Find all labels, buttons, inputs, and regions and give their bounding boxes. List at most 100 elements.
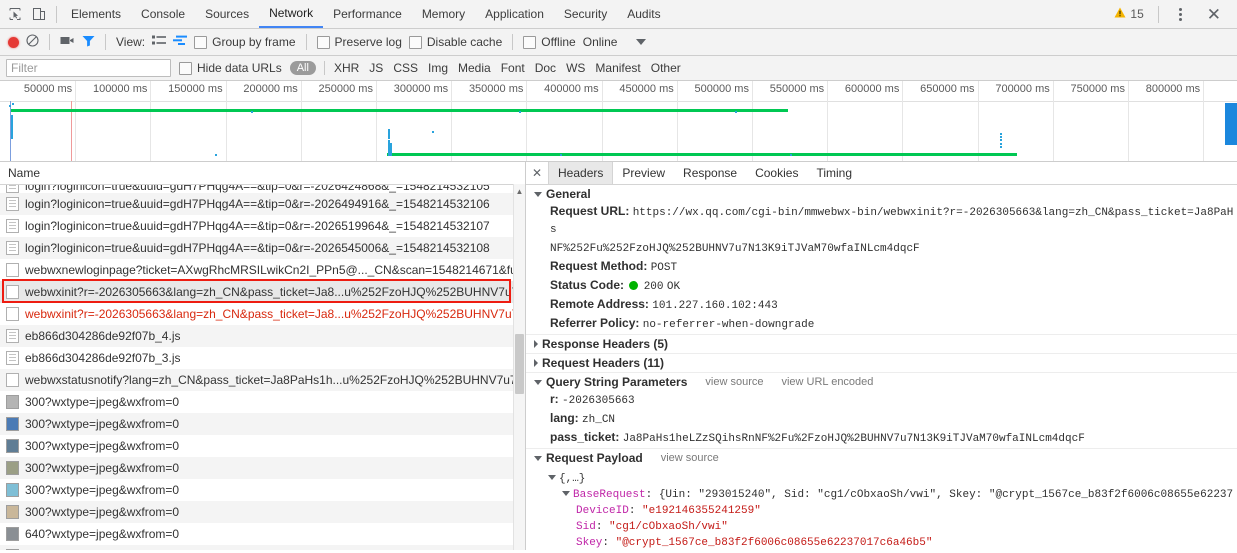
table-row[interactable]: eb866d304286de92f07b_4.js <box>0 325 525 347</box>
table-row[interactable]: webwxstatusnotify?lang=zh_CN&pass_ticket… <box>0 369 525 391</box>
filter-type-xhr[interactable]: XHR <box>333 61 360 75</box>
toolbar-divider-4 <box>512 34 514 50</box>
filter-type-doc[interactable]: Doc <box>534 61 557 75</box>
referrer-policy-value: no-referrer-when-downgrade <box>642 319 815 331</box>
query-param-r-value: -2026305663 <box>562 395 635 407</box>
more-options-icon[interactable] <box>1165 7 1197 21</box>
section-request-payload[interactable]: Request Payload view source <box>526 448 1237 467</box>
overview-scroll-indicator[interactable] <box>1225 103 1237 145</box>
table-row[interactable]: login?loginicon=true&uuid=gdH7PHqg4A==&t… <box>0 237 525 259</box>
filter-input[interactable]: Filter <box>6 59 171 77</box>
section-request-headers[interactable]: Request Headers (11) <box>526 353 1237 372</box>
request-name: webwxinit?r=-2026305663&lang=zh_CN&pass_… <box>25 285 519 299</box>
filter-type-media[interactable]: Media <box>457 61 492 75</box>
table-row[interactable]: eb866d304286de92f07b_3.js <box>0 347 525 369</box>
capture-screenshots-icon[interactable] <box>60 35 75 49</box>
payload-view-source-link[interactable]: view source <box>661 452 719 464</box>
inspect-icon[interactable] <box>8 7 22 21</box>
query-view-url-encoded-link[interactable]: view URL encoded <box>781 376 873 388</box>
filter-type-other[interactable]: Other <box>650 61 682 75</box>
request-method-value: POST <box>650 262 678 274</box>
table-row[interactable]: webwxinit?r=-2026305663&lang=zh_CN&pass_… <box>0 303 525 325</box>
request-name: webwxstatusnotify?lang=zh_CN&pass_ticket… <box>25 373 525 387</box>
tab-security[interactable]: Security <box>554 0 617 28</box>
record-button[interactable] <box>8 36 19 48</box>
overview-tick: 550000 ms <box>770 81 829 161</box>
section-response-headers[interactable]: Response Headers (5) <box>526 334 1237 353</box>
request-list-scrollbar[interactable]: ▲ <box>513 184 525 550</box>
filter-type-img[interactable]: Img <box>427 61 449 75</box>
clear-icon[interactable] <box>26 34 39 50</box>
table-row[interactable]: 640?wxtype=jpeg&wxfrom=0 <box>0 523 525 545</box>
payload-root[interactable]: {,…} <box>534 471 1237 487</box>
section-query-string[interactable]: Query String Parameters view source view… <box>526 372 1237 391</box>
tab-audits[interactable]: Audits <box>617 0 670 28</box>
device-toolbar-icon[interactable] <box>32 7 46 21</box>
request-name: login?loginicon=true&uuid=gdH7PHqg4A==&t… <box>25 197 490 211</box>
detail-tab-cookies[interactable]: Cookies <box>746 162 807 184</box>
detail-tab-headers[interactable]: Headers <box>548 162 614 184</box>
table-row[interactable]: 300?wxtype=jpeg&wxfrom=0 <box>0 413 525 435</box>
overview-tick: 650000 ms <box>920 81 979 161</box>
waterfall-view-icon[interactable] <box>173 35 188 49</box>
hide-data-urls-checkbox[interactable]: Hide data URLs <box>179 61 282 75</box>
chevron-down-icon[interactable] <box>636 39 647 45</box>
filter-type-js[interactable]: JS <box>368 61 384 75</box>
preserve-log-box <box>316 35 330 49</box>
warning-badge[interactable]: 15 <box>1106 7 1151 21</box>
list-view-icon[interactable] <box>152 35 167 49</box>
close-devtools-icon[interactable]: ✕ <box>1199 6 1229 23</box>
filter-type-font[interactable]: Font <box>500 61 526 75</box>
disable-cache-checkbox[interactable]: Disable cache <box>408 35 502 49</box>
tabbar-left-icons <box>0 7 52 21</box>
throttling-value[interactable]: Online <box>583 35 618 49</box>
table-row[interactable]: 300?wxtype=jpeg&wxfrom=0 <box>0 501 525 523</box>
table-row[interactable]: login?loginicon=true&uuid=gdH7PHqg4A==&t… <box>0 185 525 193</box>
table-row[interactable]: login?loginicon=true&uuid=gdH7PHqg4A==&t… <box>0 193 525 215</box>
table-row[interactable]: webwxinit?r=-2026305663&lang=zh_CN&pass_… <box>0 281 525 303</box>
document-file-icon <box>6 329 19 343</box>
detail-tab-response[interactable]: Response <box>674 162 746 184</box>
detail-tab-preview[interactable]: Preview <box>613 162 674 184</box>
filter-icon[interactable] <box>82 35 95 50</box>
table-row[interactable]: 300?wxtype=jpeg&wxfrom=0 <box>0 457 525 479</box>
query-view-source-link[interactable]: view source <box>705 376 763 388</box>
section-general[interactable]: General <box>526 185 1237 203</box>
offline-checkbox[interactable]: Offline <box>523 35 576 49</box>
filter-type-ws[interactable]: WS <box>565 61 586 75</box>
group-by-frame-checkbox[interactable]: Group by frame <box>194 35 296 49</box>
request-rows[interactable]: login?loginicon=true&uuid=gdH7PHqg4A==&t… <box>0 185 525 550</box>
tab-memory[interactable]: Memory <box>412 0 475 28</box>
table-row[interactable]: login?loginicon=true&uuid=gdH7PHqg4A==&t… <box>0 215 525 237</box>
tab-performance[interactable]: Performance <box>323 0 412 28</box>
close-detail-icon[interactable]: ✕ <box>526 162 549 184</box>
tab-sources[interactable]: Sources <box>195 0 259 28</box>
request-list-header[interactable]: Name <box>0 162 525 185</box>
overview-tick: 100000 ms <box>93 81 152 161</box>
overview-request-dot <box>1000 133 1002 135</box>
tab-console[interactable]: Console <box>131 0 195 28</box>
table-row[interactable]: 300?wxtype=jpeg&wxfrom=0 <box>0 479 525 501</box>
tab-network[interactable]: Network <box>259 0 324 28</box>
scrollbar-thumb[interactable] <box>515 334 524 394</box>
payload-base-request[interactable]: BaseRequest: {Uin: "293015240", Sid: "cg… <box>534 487 1237 503</box>
table-row[interactable]: 300?wxtype=jpeg&wxfrom=0 <box>0 435 525 457</box>
table-row[interactable]: 300?wxtype=jpeg&wxfrom=0 <box>0 545 525 550</box>
payload-root-label: {,…} <box>559 473 586 485</box>
overview-band-2 <box>387 153 1017 156</box>
table-row[interactable]: webwxnewloginpage?ticket=AXwgRhcMRSILwik… <box>0 259 525 281</box>
preserve-log-checkbox[interactable]: Preserve log <box>316 35 402 49</box>
filter-type-css[interactable]: CSS <box>392 61 419 75</box>
scroll-up-icon[interactable]: ▲ <box>515 186 524 197</box>
overview-request-dot <box>9 105 11 107</box>
generic-file-icon <box>6 263 19 277</box>
filter-type-manifest[interactable]: Manifest <box>594 61 641 75</box>
payload-tree[interactable]: {,…} BaseRequest: {Uin: "293015240", Sid… <box>534 467 1237 550</box>
payload-sid-value: "cg1/cObxaoSh/vwi" <box>609 521 728 533</box>
table-row[interactable]: 300?wxtype=jpeg&wxfrom=0 <box>0 391 525 413</box>
network-overview[interactable]: 50000 ms 100000 ms 150000 ms 200000 ms 25000… <box>0 81 1237 162</box>
detail-tab-timing[interactable]: Timing <box>807 162 861 184</box>
filter-type-all[interactable]: All <box>289 61 316 75</box>
tab-elements[interactable]: Elements <box>61 0 131 28</box>
tab-application[interactable]: Application <box>475 0 554 28</box>
